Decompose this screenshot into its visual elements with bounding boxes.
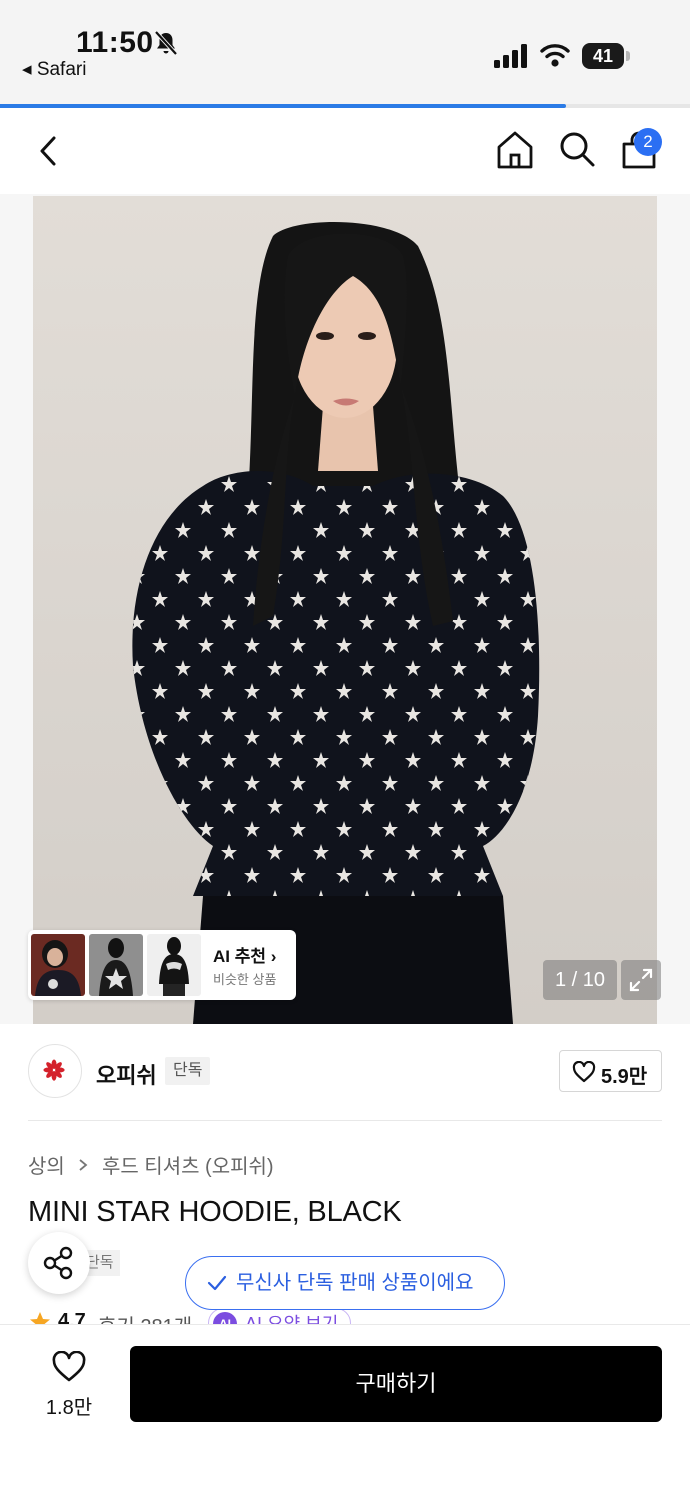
- clock: 11:50: [76, 26, 154, 59]
- share-icon: [43, 1246, 73, 1280]
- product-like-count: 1.8만: [45, 1397, 93, 1419]
- heart-icon: [52, 1351, 86, 1382]
- recommendation-thumbnail[interactable]: [89, 934, 143, 996]
- home-icon[interactable]: [494, 128, 536, 172]
- exclusive-tag: 단독: [165, 1057, 211, 1085]
- status-bar: 11:50 ◂ Safari 41: [0, 0, 690, 104]
- cart-count-badge: 2: [634, 128, 662, 156]
- bell-off-icon: [154, 30, 178, 56]
- battery-level: 41: [582, 43, 624, 69]
- product-image-gallery[interactable]: 1 / 10: [0, 194, 690, 1024]
- chevron-right-icon: [79, 1158, 88, 1171]
- heart-icon: [572, 1061, 596, 1083]
- ai-recommendation-title: AI 추천 ›: [213, 947, 277, 966]
- product-photo: [33, 196, 657, 1024]
- brand-flower-icon: [43, 1059, 65, 1081]
- exclusive-sale-toast-text: 무신사 단독 판매 상품이에요: [236, 1272, 474, 1294]
- battery-indicator: 41: [582, 43, 630, 69]
- check-icon: [207, 1275, 227, 1291]
- product-title: MINI STAR HOODIE, BLACK: [28, 1196, 402, 1228]
- recommendation-thumbnail[interactable]: [147, 934, 201, 996]
- brand-name[interactable]: 오피쉬: [96, 1058, 157, 1090]
- fullscreen-button[interactable]: [621, 960, 661, 1000]
- recommendation-thumbnail[interactable]: [31, 934, 85, 996]
- breadcrumb-item[interactable]: 후드 티셔츠 (오피쉬): [102, 1156, 274, 1178]
- search-icon[interactable]: [556, 128, 598, 172]
- product-like-button[interactable]: 1.8만: [40, 1351, 98, 1421]
- brand-like-count: 5.9만: [601, 1066, 648, 1088]
- brand-like-button[interactable]: 5.9만: [559, 1050, 662, 1092]
- breadcrumb-item[interactable]: 상의: [28, 1156, 65, 1178]
- breadcrumb: 상의 후드 티셔츠 (오피쉬): [28, 1150, 274, 1179]
- ai-recommendation-card[interactable]: AI 추천 › 비슷한 상품: [28, 930, 296, 1000]
- exclusive-sale-toast: 무신사 단독 판매 상품이에요: [185, 1256, 505, 1310]
- image-page-indicator: 1 / 10: [543, 960, 617, 1000]
- top-navigation: [0, 108, 690, 194]
- wifi-icon: [540, 44, 570, 67]
- ai-recommendation-subtitle: 비슷한 상품: [213, 972, 277, 987]
- battery-cap: [626, 51, 630, 61]
- back-to-safari-link[interactable]: ◂ Safari: [22, 58, 86, 81]
- divider: [28, 1120, 662, 1121]
- cellular-signal-icon: [494, 44, 527, 68]
- bottom-action-bar: 1.8만 구매하기: [0, 1324, 690, 1500]
- share-button[interactable]: [28, 1232, 90, 1294]
- buy-button[interactable]: 구매하기: [130, 1346, 662, 1422]
- expand-icon: [629, 968, 653, 992]
- brand-logo[interactable]: [28, 1044, 82, 1098]
- back-arrow-icon[interactable]: [30, 130, 70, 172]
